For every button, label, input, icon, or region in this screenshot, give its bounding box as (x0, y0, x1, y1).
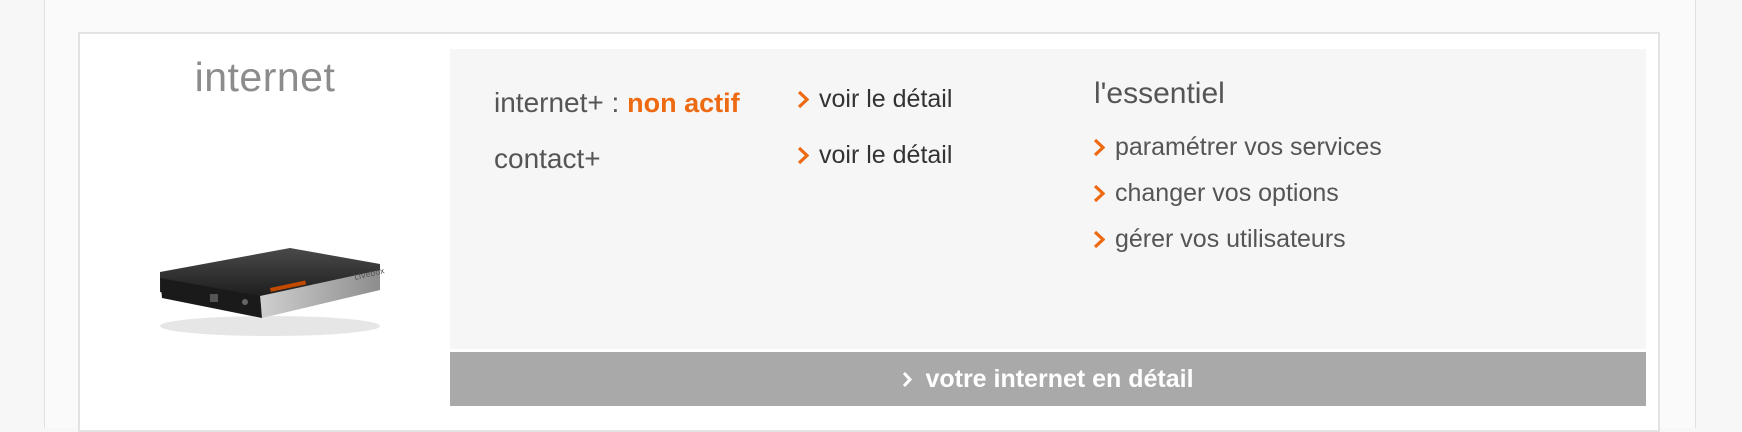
chevron-right-icon (903, 371, 913, 387)
services-box: internet+ : non actif voir le détail con… (450, 49, 1646, 349)
essentiel-title: l'essentiel (1094, 77, 1225, 110)
link-parametrer-services[interactable]: paramétrer vos services (1094, 133, 1382, 162)
internet-box-router-icon: Livebox (160, 248, 386, 336)
chevron-right-icon (798, 147, 809, 164)
contact-plus-status: contact+ (494, 143, 601, 175)
contact-plus-detail-link[interactable]: voir le détail (798, 141, 952, 170)
internet-plus-status: internet+ : non actif (494, 87, 740, 119)
internet-plus-label: internet+ : (494, 87, 620, 118)
internet-plus-value: non actif (627, 88, 740, 118)
chevron-right-icon (798, 91, 809, 108)
internet-panel: internet Livebox internet+: non actif v… (78, 32, 1660, 432)
contact-plus-label: contact+ (494, 143, 601, 174)
chevron-right-icon (1094, 139, 1105, 156)
internet-plus-detail-link[interactable]: voir le détail (798, 85, 952, 114)
section-title: internet (194, 54, 336, 100)
chevron-right-icon (1094, 231, 1105, 248)
internet-detail-label: votre internet en détail (925, 364, 1194, 393)
internet-detail-button[interactable]: votre internet en détail (450, 352, 1646, 406)
link-changer-options[interactable]: changer vos options (1094, 179, 1339, 208)
link-gerer-utilisateurs[interactable]: gérer vos utilisateurs (1094, 225, 1346, 254)
product-column: internet Livebox (80, 34, 450, 430)
chevron-right-icon (1094, 185, 1105, 202)
